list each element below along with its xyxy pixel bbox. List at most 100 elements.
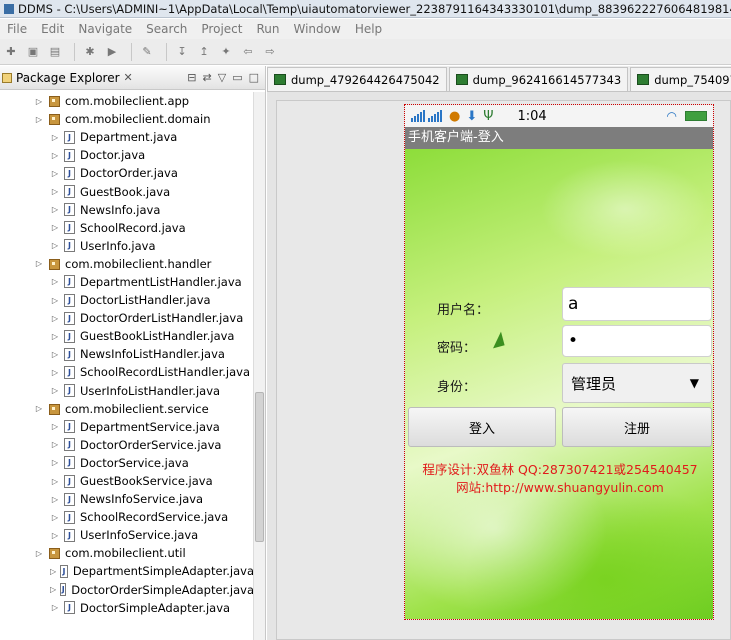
expand-arrow-icon[interactable]: ▷ [34,549,44,558]
menu-project[interactable]: Project [194,22,249,36]
tree-file-row[interactable]: ▷ J Department.java [0,128,254,146]
collapse-arrow-icon[interactable]: ▷ [50,241,60,250]
new-icon[interactable]: ✚ [2,43,20,61]
expand-arrow-icon[interactable]: ▷ [34,97,44,106]
minimize-icon[interactable]: ▭ [232,71,242,84]
tab-dump-2[interactable]: dump_962416614577343 [448,67,629,91]
collapse-arrow-icon[interactable]: ▷ [50,133,60,142]
collapse-arrow-icon[interactable]: ▷ [50,223,60,232]
menu-file[interactable]: File [0,22,34,36]
maximize-icon[interactable]: □ [249,71,259,84]
menu-run[interactable]: Run [249,22,286,36]
tree-file-row[interactable]: ▷ J Doctor.java [0,146,254,164]
menu-search[interactable]: Search [139,22,194,36]
collapse-arrow-icon[interactable]: ▷ [50,187,60,196]
collapse-arrow-icon[interactable]: ▷ [50,205,60,214]
java-file-icon: J [64,221,75,235]
tree-file-row[interactable]: ▷ J SchoolRecordListHandler.java [0,363,254,381]
debug-icon[interactable]: ✱ [81,43,99,61]
package-icon [48,113,60,125]
back-icon[interactable]: ⇦ [239,43,257,61]
tab-dump-3[interactable]: dump_754097484 [630,67,731,91]
collapse-arrow-icon[interactable]: ▷ [50,350,60,359]
tree-file-row[interactable]: ▷ J NewsInfo.java [0,201,254,219]
tools-icon[interactable]: ✎ [138,43,156,61]
collapse-arrow-icon[interactable]: ▷ [50,332,60,341]
collapse-arrow-icon[interactable]: ▷ [50,531,60,540]
collapse-arrow-icon[interactable]: ▷ [50,386,60,395]
tree-file-row[interactable]: ▷ J DoctorOrder.java [0,164,254,182]
link-with-editor-icon[interactable]: ⇄ [203,71,212,84]
tree-item-label: com.mobileclient.util [65,546,186,561]
tree-file-row[interactable]: ▷ J DepartmentListHandler.java [0,273,254,291]
collapse-arrow-icon[interactable]: ▷ [50,277,60,286]
tree-package-row[interactable]: ▷ com.mobileclient.util [0,544,254,562]
tree-file-row[interactable]: ▷ J NewsInfoListHandler.java [0,345,254,363]
toolbar-separator [131,42,132,61]
tree-package-row[interactable]: ▷ com.mobileclient.domain [0,110,254,128]
collapse-arrow-icon[interactable]: ▷ [50,585,56,594]
register-button[interactable]: 注册 [562,407,712,447]
device-screenshot[interactable]: ● ⬇ Ψ 1:04 ◠ 手机客户端-登入 用户名： a 密码： • 身份： 管… [404,104,714,620]
tree-file-row[interactable]: ▷ J DoctorListHandler.java [0,291,254,309]
menu-window[interactable]: Window [286,22,347,36]
tree-file-row[interactable]: ▷ J UserInfoService.java [0,526,254,544]
expand-arrow-icon[interactable]: ▷ [34,259,44,268]
menu-help[interactable]: Help [348,22,389,36]
tree-package-row[interactable]: ▷ com.mobileclient.app [0,92,254,110]
java-file-icon: J [64,365,75,379]
view-menu-icon[interactable]: ▽ [218,71,226,84]
tree-file-row[interactable]: ▷ J SchoolRecord.java [0,219,254,237]
collapse-arrow-icon[interactable]: ▷ [50,440,60,449]
expand-arrow-icon[interactable]: ▷ [34,404,44,413]
menu-navigate[interactable]: Navigate [71,22,139,36]
package-explorer-title[interactable]: Package Explorer [16,71,120,85]
collapse-arrow-icon[interactable]: ▷ [50,314,60,323]
tree-file-row[interactable]: ▷ J DepartmentSimpleAdapter.java [0,562,254,580]
next-annotation-icon[interactable]: ↧ [173,43,191,61]
tree-file-row[interactable]: ▷ J GuestBookListHandler.java [0,327,254,345]
scrollbar-thumb[interactable] [255,392,264,542]
tree-file-row[interactable]: ▷ J DoctorOrderSimpleAdapter.java [0,581,254,599]
close-icon[interactable]: ✕ [124,71,133,84]
role-select[interactable]: 管理员 ▼ [562,363,712,403]
collapse-arrow-icon[interactable]: ▷ [50,151,60,160]
prev-annotation-icon[interactable]: ↥ [195,43,213,61]
collapse-arrow-icon[interactable]: ▷ [50,422,60,431]
tree-file-row[interactable]: ▷ J UserInfoListHandler.java [0,382,254,400]
tree-file-row[interactable]: ▷ J GuestBookService.java [0,472,254,490]
tree-file-row[interactable]: ▷ J DepartmentService.java [0,418,254,436]
login-button[interactable]: 登入 [408,407,556,447]
collapse-arrow-icon[interactable]: ▷ [50,458,60,467]
tree-scrollbar[interactable] [253,92,265,640]
run-icon[interactable]: ▶ [103,43,121,61]
collapse-arrow-icon[interactable]: ▷ [50,368,60,377]
save-icon[interactable]: ▣ [24,43,42,61]
collapse-all-icon[interactable]: ⊟ [187,71,196,84]
tree-file-row[interactable]: ▷ J NewsInfoService.java [0,490,254,508]
collapse-arrow-icon[interactable]: ▷ [50,513,60,522]
tree-file-row[interactable]: ▷ J DoctorOrderService.java [0,436,254,454]
tab-dump-1[interactable]: dump_479264426475042 [267,67,447,91]
collapse-arrow-icon[interactable]: ▷ [50,603,60,612]
collapse-arrow-icon[interactable]: ▷ [50,567,56,576]
tree-file-row[interactable]: ▷ J DoctorSimpleAdapter.java [0,599,254,617]
password-input[interactable]: • [562,325,712,357]
last-edit-icon[interactable]: ✦ [217,43,235,61]
expand-arrow-icon[interactable]: ▷ [34,115,44,124]
collapse-arrow-icon[interactable]: ▷ [50,477,60,486]
tree-file-row[interactable]: ▷ J SchoolRecordService.java [0,508,254,526]
tree-file-row[interactable]: ▷ J UserInfo.java [0,237,254,255]
tree-package-row[interactable]: ▷ com.mobileclient.service [0,400,254,418]
collapse-arrow-icon[interactable]: ▷ [50,296,60,305]
save-all-icon[interactable]: ▤ [46,43,64,61]
collapse-arrow-icon[interactable]: ▷ [50,495,60,504]
tree-file-row[interactable]: ▷ J DoctorOrderListHandler.java [0,309,254,327]
tree-file-row[interactable]: ▷ J DoctorService.java [0,454,254,472]
forward-icon[interactable]: ⇨ [261,43,279,61]
collapse-arrow-icon[interactable]: ▷ [50,169,60,178]
tree-package-row[interactable]: ▷ com.mobileclient.handler [0,255,254,273]
username-input[interactable]: a [562,287,712,321]
tree-file-row[interactable]: ▷ J GuestBook.java [0,182,254,200]
menu-edit[interactable]: Edit [34,22,71,36]
